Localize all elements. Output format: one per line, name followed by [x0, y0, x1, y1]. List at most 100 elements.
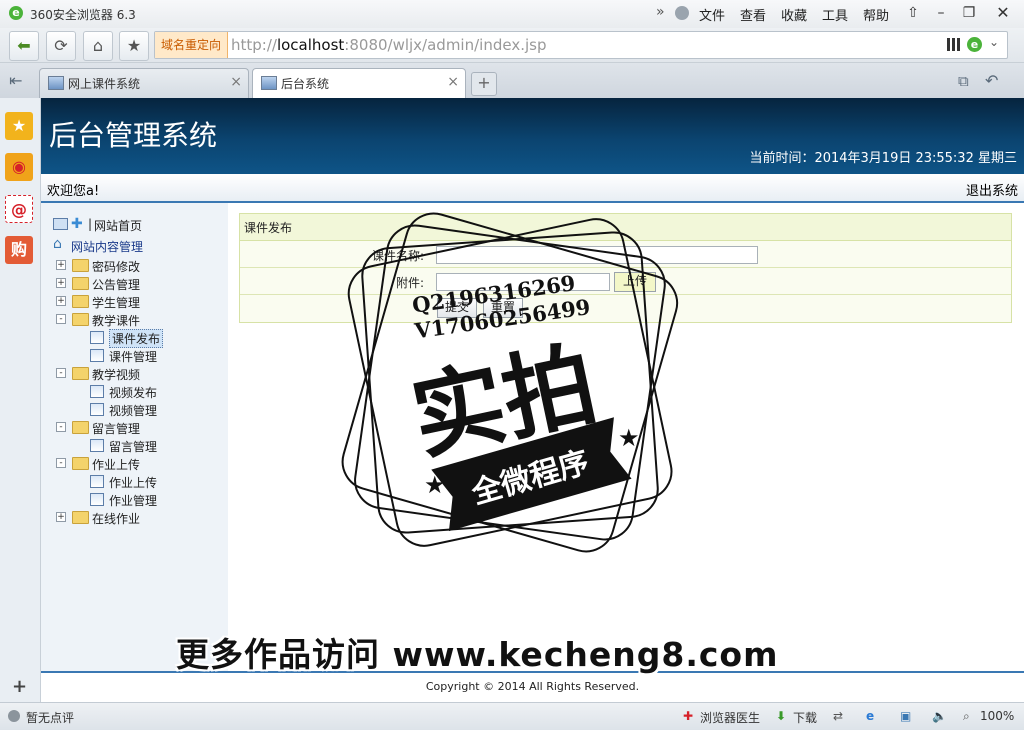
- redirect-badge[interactable]: 域名重定向: [155, 32, 229, 58]
- welcome-text: 欢迎您a!: [47, 184, 100, 199]
- folder-icon: [72, 511, 89, 524]
- weibo-icon[interactable]: ◉: [5, 153, 33, 181]
- zoom-icon[interactable]: ⌕: [963, 709, 970, 724]
- expand-icon[interactable]: +: [56, 278, 66, 288]
- stamp-star-icon: ★: [424, 471, 446, 499]
- tree-folder-label[interactable]: 教学课件: [92, 312, 140, 329]
- tree-folder[interactable]: + 公告管理: [41, 274, 228, 292]
- ie-icon[interactable]: e: [866, 709, 874, 723]
- expand-icon[interactable]: +: [56, 296, 66, 306]
- minimize-button[interactable]: –: [927, 2, 955, 24]
- folder-icon: [72, 277, 89, 290]
- shopping-icon[interactable]: 购: [5, 236, 33, 264]
- tree-leaf[interactable]: 视频发布: [41, 382, 228, 400]
- folder-icon: [72, 295, 89, 308]
- tree-folder[interactable]: + 在线作业: [41, 508, 228, 526]
- download-link[interactable]: 下载: [793, 709, 817, 726]
- home-button[interactable]: ⌂: [83, 31, 113, 61]
- tree-leaf-label[interactable]: 作业上传: [109, 474, 157, 491]
- expand-icon[interactable]: +: [56, 260, 66, 270]
- refresh-button[interactable]: ⟳: [46, 31, 76, 61]
- tree-leaf-label[interactable]: 课件管理: [109, 348, 157, 365]
- home-icon: ⌂: [92, 36, 104, 55]
- status-bar: 暂无点评 ✚ 浏览器医生 ⬇ 下载 ⇄ e ▣ 🔈 ⌕ 100%: [0, 702, 1024, 730]
- tree-leaf[interactable]: 课件管理: [41, 346, 228, 364]
- tree-folder[interactable]: - 留言管理: [41, 418, 228, 436]
- restore-button[interactable]: ❐: [955, 2, 983, 24]
- tree-leaf[interactable]: 作业上传: [41, 472, 228, 490]
- new-tab-button[interactable]: +: [471, 72, 497, 96]
- address-bar[interactable]: 域名重定向 http://localhost:8080/wljx/admin/i…: [154, 31, 1008, 59]
- tree-folder-label[interactable]: 作业上传: [92, 456, 140, 473]
- skin-icon[interactable]: ⇧: [899, 2, 927, 24]
- p2p-icon[interactable]: ⇄: [833, 709, 843, 723]
- tree-folder-label[interactable]: 留言管理: [92, 420, 140, 437]
- expand-icon[interactable]: +: [56, 512, 66, 522]
- tree-root-label[interactable]: 网站内容管理: [71, 238, 143, 255]
- chevron-down-icon[interactable]: ⌄: [989, 35, 999, 49]
- menu-tools[interactable]: 工具: [822, 5, 848, 24]
- tree-folder[interactable]: + 密码修改: [41, 256, 228, 274]
- tab-admin-system[interactable]: 后台系统 ×: [252, 68, 466, 98]
- collapse-icon[interactable]: -: [56, 368, 66, 378]
- sound-icon[interactable]: 🔈: [932, 709, 947, 723]
- logout-link[interactable]: 退出系统: [966, 180, 1018, 199]
- sidebar-toggle-icon[interactable]: ⇤: [9, 71, 22, 90]
- page-icon: [90, 475, 104, 488]
- page-icon: [90, 403, 104, 416]
- collapse-icon[interactable]: -: [56, 422, 66, 432]
- window-icon[interactable]: ▣: [900, 709, 911, 723]
- rating-text[interactable]: 暂无点评: [26, 709, 74, 726]
- welcome-bar: 欢迎您a! 退出系统: [41, 174, 1024, 203]
- folder-icon: [72, 259, 89, 272]
- user-avatar-icon[interactable]: [675, 6, 689, 20]
- rating-icon: [8, 710, 20, 722]
- close-tab-icon[interactable]: ×: [447, 74, 459, 90]
- tree-leaf-label[interactable]: 留言管理: [109, 438, 157, 455]
- tree-folder-label[interactable]: 学生管理: [92, 294, 140, 311]
- plus-icon: ✚: [71, 216, 83, 232]
- ie-mode-icon[interactable]: e: [967, 37, 982, 52]
- menu-help[interactable]: 帮助: [863, 5, 889, 24]
- collapse-icon[interactable]: -: [56, 458, 66, 468]
- menu-favorites[interactable]: 收藏: [781, 5, 807, 24]
- tree-leaf[interactable]: 作业管理: [41, 490, 228, 508]
- tree-folder[interactable]: - 作业上传: [41, 454, 228, 472]
- tree-folder-label[interactable]: 密码修改: [92, 258, 140, 275]
- tree-folder[interactable]: + 学生管理: [41, 292, 228, 310]
- browser-doctor-link[interactable]: 浏览器医生: [700, 709, 760, 726]
- tree-leaf-label[interactable]: 视频发布: [109, 384, 157, 401]
- qrcode-icon[interactable]: [947, 38, 960, 51]
- page-icon: [90, 349, 104, 362]
- tab-label: 后台系统: [281, 77, 330, 91]
- collapse-icon[interactable]: -: [56, 314, 66, 324]
- undo-close-icon[interactable]: ↶: [985, 71, 998, 90]
- mail-icon[interactable]: @: [5, 195, 33, 223]
- menu-view[interactable]: 查看: [740, 5, 766, 24]
- tab-list-icon[interactable]: ⧉: [958, 72, 969, 90]
- tree-leaf-label[interactable]: 作业管理: [109, 492, 157, 509]
- folder-icon: [72, 313, 89, 326]
- stamp-star-icon: ★: [618, 424, 640, 452]
- back-button[interactable]: ⬅: [9, 31, 39, 61]
- tree-leaf[interactable]: 课件发布: [41, 328, 228, 348]
- tab-course-system[interactable]: 网上课件系统 ×: [39, 68, 249, 98]
- favorite-button[interactable]: ★: [119, 31, 149, 61]
- tree-leaf-label[interactable]: 视频管理: [109, 402, 157, 419]
- tree-folder-label[interactable]: 公告管理: [92, 276, 140, 293]
- tree-folder[interactable]: - 教学视频: [41, 364, 228, 382]
- close-tab-icon[interactable]: ×: [230, 74, 242, 90]
- tree-folder[interactable]: - 教学课件: [41, 310, 228, 328]
- close-window-button[interactable]: ✕: [989, 2, 1017, 24]
- url-text[interactable]: http://localhost:8080/wljx/admin/index.j…: [231, 36, 546, 54]
- home-link[interactable]: 网站首页: [94, 217, 142, 234]
- tree-leaf[interactable]: 视频管理: [41, 400, 228, 418]
- menu-file[interactable]: 文件: [699, 5, 725, 24]
- tree-folder-label[interactable]: 教学视频: [92, 366, 140, 383]
- tree-leaf[interactable]: 留言管理: [41, 436, 228, 454]
- more-chevron-icon[interactable]: »: [656, 4, 665, 20]
- zoom-level[interactable]: 100%: [980, 709, 1014, 723]
- favorites-star-icon[interactable]: ★: [5, 112, 33, 140]
- sidebar-add-button[interactable]: +: [12, 676, 27, 697]
- tree-folder-label[interactable]: 在线作业: [92, 510, 140, 527]
